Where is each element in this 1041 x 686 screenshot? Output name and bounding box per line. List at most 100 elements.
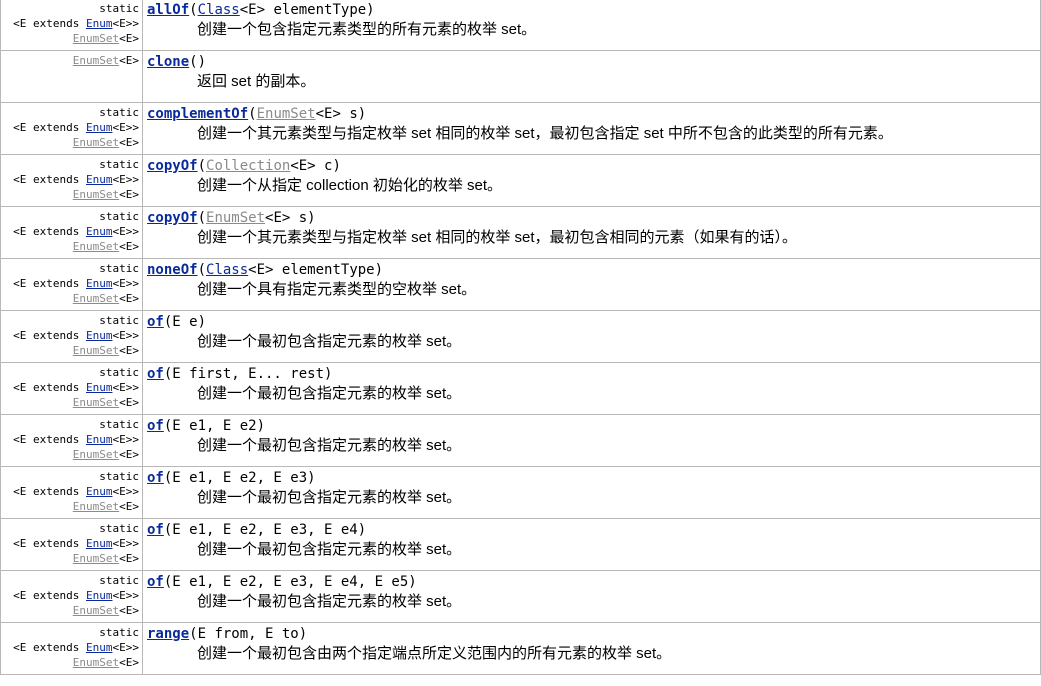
method-name-link[interactable]: copyOf	[147, 158, 198, 174]
static-modifier: static	[99, 210, 139, 223]
return-type: EnumSet<E>	[2, 291, 139, 306]
modifier-and-type-cell: static <E extends Enum<E>> EnumSet<E>	[0, 154, 143, 207]
enum-link[interactable]: Enum	[86, 537, 113, 550]
method-name-link[interactable]: of	[147, 522, 164, 538]
method-description: 创建一个最初包含指定元素的枚举 set。	[197, 541, 462, 558]
param-text: (E e)	[163, 314, 207, 330]
modifier-and-type-cell: static <E extends Enum<E>> EnumSet<E>	[0, 570, 143, 623]
enum-link[interactable]: Enum	[86, 225, 113, 238]
modifier-and-type-cell: static <E extends Enum<E>> EnumSet<E>	[0, 414, 143, 467]
method-signature: range(E from, E to)	[147, 625, 1040, 643]
method-name-link[interactable]: clone	[147, 54, 189, 70]
generic-bound: <E extends Enum<E>>	[2, 276, 139, 291]
return-type-suffix: <E>	[119, 54, 139, 67]
enumset-link[interactable]: EnumSet	[73, 32, 119, 45]
method-name-link[interactable]: of	[147, 470, 164, 486]
method-name-link[interactable]: noneOf	[147, 262, 198, 278]
enum-link[interactable]: Enum	[86, 121, 113, 134]
method-signature: of(E e1, E e2)	[147, 417, 1040, 435]
return-type: EnumSet<E>	[2, 187, 139, 202]
param-type-link[interactable]: Class	[206, 262, 248, 278]
method-detail-cell: allOf(Class<E> elementType) 创建一个包含指定元素类型的…	[142, 0, 1041, 51]
param-type-link[interactable]: EnumSet	[206, 210, 265, 226]
method-detail-cell: of(E e1, E e2, E e3, E e4) 创建一个最初包含指定元素的枚…	[142, 518, 1041, 571]
enum-link[interactable]: Enum	[86, 381, 113, 394]
enumset-link[interactable]: EnumSet	[73, 344, 119, 357]
generic-prefix: <E extends	[13, 381, 86, 394]
enumset-link[interactable]: EnumSet	[73, 54, 119, 67]
generic-prefix: <E extends	[13, 173, 86, 186]
method-name-link[interactable]: allOf	[147, 2, 189, 18]
generic-bound: <E extends Enum<E>>	[2, 380, 140, 395]
enum-link[interactable]: Enum	[86, 277, 113, 290]
method-detail-cell: copyOf(EnumSet<E> s) 创建一个其元素类型与指定枚举 set 相…	[142, 206, 1041, 259]
param-type-link[interactable]: EnumSet	[257, 106, 316, 122]
method-row: static <E extends Enum<E>> EnumSet<E> of(E …	[0, 518, 1041, 571]
param-text: (E e1, E e2, E e3, E e4, E e5)	[163, 574, 417, 590]
modifier-and-type-cell: static <E extends Enum<E>> EnumSet<E>	[0, 206, 143, 259]
method-row: static <E extends Enum<E>> EnumSet<E> compl…	[0, 102, 1041, 155]
return-type-suffix: <E>	[119, 344, 139, 357]
enum-link[interactable]: Enum	[86, 173, 113, 186]
method-name-link[interactable]: copyOf	[147, 210, 198, 226]
method-detail-cell: noneOf(Class<E> elementType) 创建一个具有指定元素类型…	[142, 258, 1041, 311]
method-summary-table: static <E extends Enum<E>> EnumSet<E> allOf…	[0, 0, 1041, 675]
method-description: 创建一个最初包含指定元素的枚举 set。	[197, 333, 462, 350]
method-name-link[interactable]: complementOf	[147, 106, 248, 122]
enum-link[interactable]: Enum	[86, 433, 113, 446]
method-signature: clone()	[147, 53, 1040, 71]
static-modifier: static	[99, 418, 139, 431]
enumset-link[interactable]: EnumSet	[73, 188, 119, 201]
generic-suffix: <E>>	[112, 589, 140, 602]
enumset-link[interactable]: EnumSet	[73, 552, 119, 565]
generic-suffix: <E>>	[112, 381, 140, 394]
method-signature: of(E first, E... rest)	[147, 365, 1040, 383]
method-row: static <E extends Enum<E>> EnumSet<E> of(E …	[0, 414, 1041, 467]
method-detail-cell: of(E first, E... rest) 创建一个最初包含指定元素的枚举 se…	[142, 362, 1041, 415]
static-modifier: static	[99, 2, 139, 15]
method-name-link[interactable]: range	[147, 626, 189, 642]
enum-link[interactable]: Enum	[86, 485, 113, 498]
enum-link[interactable]: Enum	[86, 329, 113, 342]
return-type: EnumSet<E>	[2, 53, 139, 68]
param-text: (	[189, 2, 198, 18]
enum-link[interactable]: Enum	[86, 17, 113, 30]
method-signature: copyOf(Collection<E> c)	[147, 157, 1040, 175]
method-signature: noneOf(Class<E> elementType)	[147, 261, 1040, 279]
generic-prefix: <E extends	[13, 277, 86, 290]
method-signature: complementOf(EnumSet<E> s)	[147, 105, 1040, 123]
method-name-link[interactable]: of	[147, 366, 164, 382]
enumset-link[interactable]: EnumSet	[73, 448, 119, 461]
static-modifier: static	[99, 106, 139, 119]
return-type: EnumSet<E>	[2, 447, 139, 462]
enumset-link[interactable]: EnumSet	[73, 396, 119, 409]
return-type-suffix: <E>	[119, 396, 139, 409]
method-description: 创建一个从指定 collection 初始化的枚举 set。	[197, 177, 503, 194]
generic-suffix: <E>>	[112, 121, 140, 134]
enum-link[interactable]: Enum	[86, 641, 113, 654]
method-signature: of(E e1, E e2, E e3, E e4, E e5)	[147, 573, 1040, 591]
method-name-link[interactable]: of	[147, 314, 164, 330]
method-name-link[interactable]: of	[147, 418, 164, 434]
method-detail-cell: clone() 返回 set 的副本。	[142, 50, 1041, 103]
method-detail-cell: copyOf(Collection<E> c) 创建一个从指定 collectio…	[142, 154, 1041, 207]
param-type-link[interactable]: Collection	[206, 158, 290, 174]
enumset-link[interactable]: EnumSet	[73, 292, 119, 305]
generic-suffix: <E>>	[112, 641, 140, 654]
method-description: 创建一个最初包含指定元素的枚举 set。	[197, 385, 462, 402]
generic-bound: <E extends Enum<E>>	[2, 16, 139, 31]
param-type-link[interactable]: Class	[198, 2, 240, 18]
method-row: static <E extends Enum<E>> EnumSet<E> noneO…	[0, 258, 1041, 311]
enumset-link[interactable]: EnumSet	[73, 500, 119, 513]
enumset-link[interactable]: EnumSet	[73, 240, 119, 253]
method-detail-cell: of(E e1, E e2, E e3) 创建一个最初包含指定元素的枚举 set。	[142, 466, 1041, 519]
method-row: static <E extends Enum<E>> EnumSet<E> copyO…	[0, 206, 1041, 259]
method-row: static <E extends Enum<E>> EnumSet<E> of(E …	[0, 570, 1041, 623]
enumset-link[interactable]: EnumSet	[73, 136, 119, 149]
enumset-link[interactable]: EnumSet	[73, 604, 119, 617]
enumset-link[interactable]: EnumSet	[73, 656, 119, 669]
generic-suffix: <E>>	[112, 433, 140, 446]
method-name-link[interactable]: of	[147, 574, 164, 590]
enum-link[interactable]: Enum	[86, 589, 113, 602]
generic-bound: <E extends Enum<E>>	[2, 328, 139, 343]
